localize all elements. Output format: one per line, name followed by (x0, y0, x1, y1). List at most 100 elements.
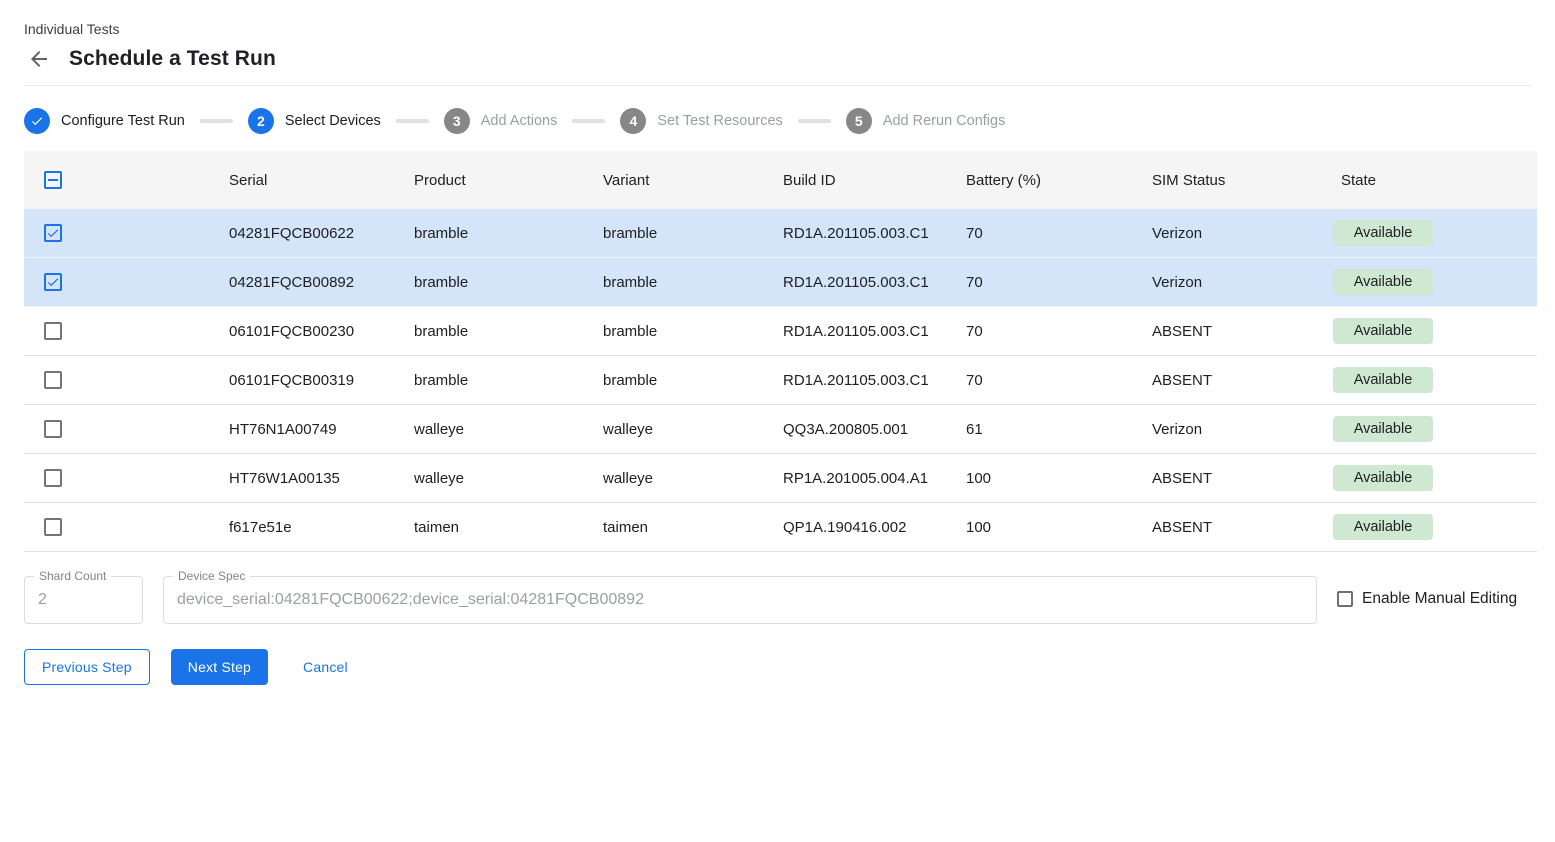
step-add-rerun-configs[interactable]: 5 Add Rerun Configs (846, 108, 1006, 134)
table-row[interactable]: HT76N1A00749 walleye walleye QQ3A.200805… (24, 405, 1537, 454)
cell-variant: bramble (603, 225, 783, 242)
check-icon (30, 114, 44, 128)
row-checkbox[interactable] (44, 518, 62, 536)
cell-variant: walleye (603, 470, 783, 487)
cell-sim-status: Verizon (1152, 421, 1341, 438)
state-badge: Available (1333, 416, 1433, 442)
step-connector (396, 119, 429, 123)
step-number-circle: 5 (846, 108, 872, 134)
table-row[interactable]: f617e51e taimen taimen QP1A.190416.002 1… (24, 503, 1537, 552)
row-checkbox[interactable] (44, 371, 62, 389)
table-row[interactable]: 06101FQCB00319 bramble bramble RD1A.2011… (24, 356, 1537, 405)
step-label: Add Rerun Configs (883, 113, 1006, 129)
header-divider (24, 85, 1531, 86)
previous-step-button[interactable]: Previous Step (24, 649, 150, 685)
step-label: Set Test Resources (657, 113, 782, 129)
cancel-button[interactable]: Cancel (295, 649, 356, 685)
cell-build-id: RP1A.201005.004.A1 (783, 470, 966, 487)
table-row[interactable]: 04281FQCB00892 bramble bramble RD1A.2011… (24, 258, 1537, 307)
cell-sim-status: ABSENT (1152, 470, 1341, 487)
cell-sim-status: ABSENT (1152, 323, 1341, 340)
shard-count-value: 2 (25, 591, 60, 609)
cell-product: walleye (414, 470, 603, 487)
cell-variant: bramble (603, 323, 783, 340)
step-configure-test-run[interactable]: Configure Test Run (24, 108, 185, 134)
column-header-battery: Battery (%) (966, 172, 1152, 189)
step-add-actions[interactable]: 3 Add Actions (444, 108, 558, 134)
cell-product: taimen (414, 519, 603, 536)
row-checkbox[interactable] (44, 469, 62, 487)
cell-product: bramble (414, 274, 603, 291)
cell-sim-status: ABSENT (1152, 372, 1341, 389)
device-table: Serial Product Variant Build ID Battery … (24, 151, 1537, 552)
device-spec-field[interactable]: Device Spec device_serial:04281FQCB00622… (163, 576, 1317, 624)
state-badge: Available (1333, 220, 1433, 246)
column-header-variant: Variant (603, 172, 783, 189)
row-checkbox[interactable] (44, 273, 62, 291)
cell-serial: 04281FQCB00892 (229, 274, 414, 291)
column-header-serial: Serial (229, 172, 414, 189)
enable-manual-editing-toggle[interactable]: Enable Manual Editing (1337, 590, 1517, 608)
step-completed-circle (24, 108, 50, 134)
cell-serial: 06101FQCB00230 (229, 323, 414, 340)
device-spec-label: Device Spec (173, 569, 250, 583)
step-number-circle: 2 (248, 108, 274, 134)
step-label: Select Devices (285, 113, 381, 129)
arrow-back-icon (27, 47, 51, 71)
table-row[interactable]: 06101FQCB00230 bramble bramble RD1A.2011… (24, 307, 1537, 356)
state-badge: Available (1333, 318, 1433, 344)
cell-variant: bramble (603, 372, 783, 389)
cell-serial: HT76W1A00135 (229, 470, 414, 487)
schedule-test-run-page: Individual Tests Schedule a Test Run Con… (0, 0, 1555, 842)
step-connector (798, 119, 831, 123)
wizard-actions: Previous Step Next Step Cancel (24, 649, 1555, 685)
state-badge: Available (1333, 367, 1433, 393)
cell-variant: bramble (603, 274, 783, 291)
breadcrumb: Individual Tests (24, 20, 1531, 38)
cell-sim-status: ABSENT (1152, 519, 1341, 536)
step-set-test-resources[interactable]: 4 Set Test Resources (620, 108, 782, 134)
cell-battery: 70 (966, 372, 1152, 389)
row-checkbox[interactable] (44, 224, 62, 242)
shard-count-field[interactable]: Shard Count 2 (24, 576, 143, 624)
step-select-devices[interactable]: 2 Select Devices (248, 108, 381, 134)
step-number-circle: 3 (444, 108, 470, 134)
cell-build-id: RD1A.201105.003.C1 (783, 323, 966, 340)
cell-build-id: RD1A.201105.003.C1 (783, 225, 966, 242)
cell-build-id: RD1A.201105.003.C1 (783, 372, 966, 389)
step-label: Add Actions (481, 113, 558, 129)
cell-serial: HT76N1A00749 (229, 421, 414, 438)
cell-battery: 70 (966, 274, 1152, 291)
column-header-state: State (1341, 172, 1537, 189)
step-connector (572, 119, 605, 123)
cell-battery: 70 (966, 323, 1152, 340)
page-header: Individual Tests Schedule a Test Run (0, 0, 1555, 86)
table-row[interactable]: HT76W1A00135 walleye walleye RP1A.201005… (24, 454, 1537, 503)
select-all-checkbox[interactable] (44, 171, 62, 189)
step-number-circle: 4 (620, 108, 646, 134)
cell-battery: 70 (966, 225, 1152, 242)
device-spec-form: Shard Count 2 Device Spec device_serial:… (24, 576, 1537, 624)
enable-manual-editing-label: Enable Manual Editing (1362, 590, 1517, 608)
step-connector (200, 119, 233, 123)
state-badge: Available (1333, 514, 1433, 540)
column-header-build-id: Build ID (783, 172, 966, 189)
device-spec-value: device_serial:04281FQCB00622;device_seri… (164, 591, 657, 609)
row-checkbox[interactable] (44, 322, 62, 340)
table-row[interactable]: 04281FQCB00622 bramble bramble RD1A.2011… (24, 209, 1537, 258)
row-checkbox[interactable] (44, 420, 62, 438)
cell-serial: 04281FQCB00622 (229, 225, 414, 242)
step-label: Configure Test Run (61, 113, 185, 129)
next-step-button[interactable]: Next Step (171, 649, 268, 685)
enable-manual-editing-checkbox[interactable] (1337, 591, 1353, 607)
cell-variant: walleye (603, 421, 783, 438)
cell-sim-status: Verizon (1152, 274, 1341, 291)
cell-serial: f617e51e (229, 519, 414, 536)
cell-battery: 100 (966, 470, 1152, 487)
cell-battery: 61 (966, 421, 1152, 438)
cell-product: bramble (414, 225, 603, 242)
column-header-sim-status: SIM Status (1152, 172, 1341, 189)
cell-build-id: RD1A.201105.003.C1 (783, 274, 966, 291)
cell-product: walleye (414, 421, 603, 438)
back-button[interactable] (27, 47, 51, 71)
